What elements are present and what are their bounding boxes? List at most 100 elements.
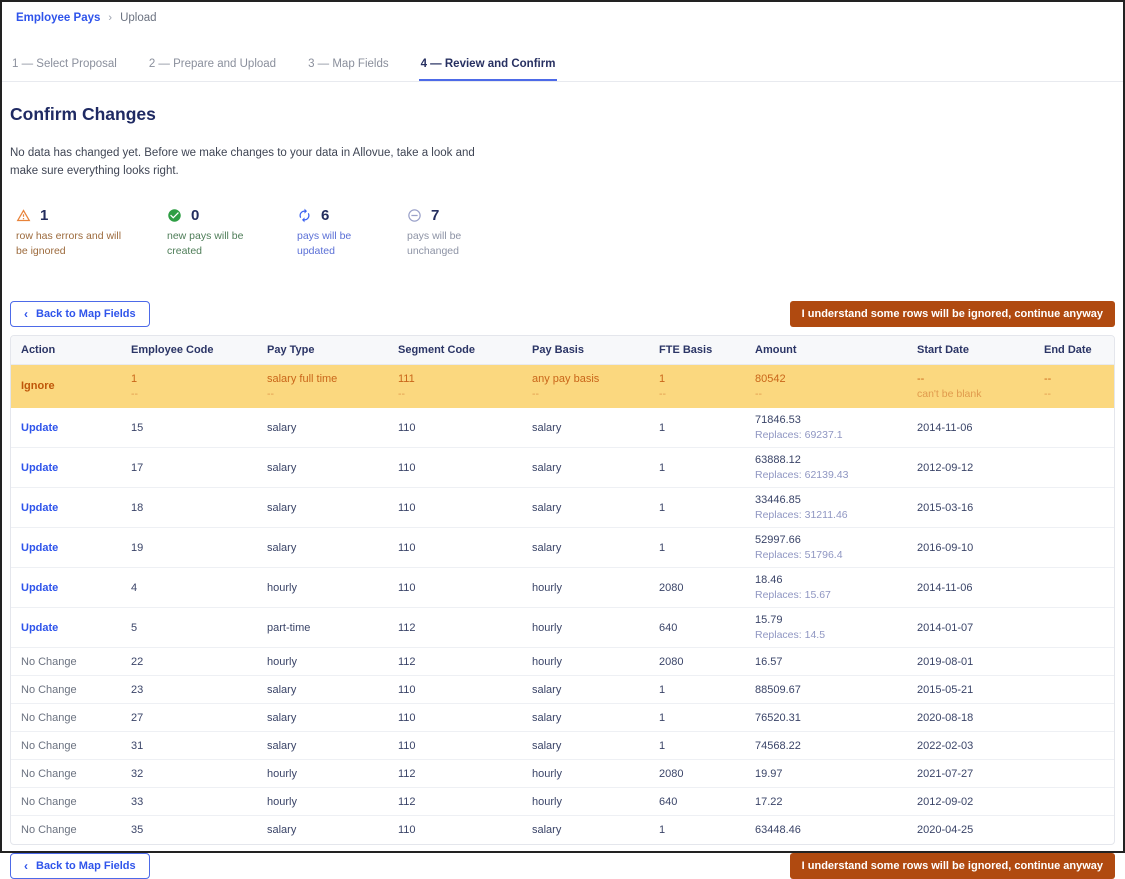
- cell-value: hourly: [532, 582, 643, 594]
- cell-value: 32: [131, 768, 251, 780]
- table-row: No Change33hourly112hourly64017.222012-0…: [11, 788, 1114, 816]
- cell-value: 80542: [755, 373, 901, 385]
- table-row: Update15salary110salary171846.53Replaces…: [11, 408, 1114, 448]
- continue-anyway-button-bottom[interactable]: I understand some rows will be ignored, …: [790, 853, 1115, 879]
- table-row: No Change31salary110salary174568.222022-…: [11, 732, 1114, 760]
- table-row: No Change32hourly112hourly208019.972021-…: [11, 760, 1114, 788]
- back-to-map-fields-button-bottom[interactable]: ‹ Back to Map Fields: [10, 853, 150, 879]
- tab-select-proposal[interactable]: 1 — Select Proposal: [10, 52, 119, 81]
- cell-value: hourly: [532, 656, 643, 668]
- cell-value: 22: [131, 656, 251, 668]
- cell-value: 2016-09-10: [917, 542, 1028, 554]
- action-update-link[interactable]: Update: [21, 542, 58, 554]
- cell-value: hourly: [267, 768, 382, 780]
- stat-new-created: 0 new pays will be created: [167, 207, 297, 259]
- cell-value: 2080: [659, 656, 739, 668]
- cell-value: 110: [398, 740, 516, 752]
- cell-value: 15: [131, 422, 251, 434]
- cell-value: 74568.22: [755, 740, 901, 752]
- cell-note: Replaces: 51796.4: [755, 549, 901, 561]
- cell-value: 110: [398, 422, 516, 434]
- continue-anyway-button[interactable]: I understand some rows will be ignored, …: [790, 301, 1115, 327]
- back-button-label: Back to Map Fields: [36, 860, 136, 872]
- cell-value: salary full time: [267, 373, 382, 385]
- cell-value: 33: [131, 796, 251, 808]
- column-header: End Date: [1034, 336, 1114, 365]
- cell-note: --: [131, 388, 251, 400]
- tab-prepare-and-upload[interactable]: 2 — Prepare and Upload: [147, 52, 278, 81]
- cell-value: salary: [267, 502, 382, 514]
- action-update-link[interactable]: Update: [21, 582, 58, 594]
- action-label: No Change: [21, 796, 77, 808]
- cell-value: any pay basis: [532, 373, 643, 385]
- table-row: Update4hourly110hourly208018.46Replaces:…: [11, 568, 1114, 608]
- stat-unchanged: 7 pays will be unchanged: [407, 207, 537, 259]
- cell-value: 1: [659, 824, 739, 836]
- action-label: No Change: [21, 684, 77, 696]
- cell-value: salary: [267, 462, 382, 474]
- cell-value: 16.57: [755, 656, 901, 668]
- cell-value: 2020-04-25: [917, 824, 1028, 836]
- cell-value: 17: [131, 462, 251, 474]
- table-row: Ignore1--salary full time--111--any pay …: [11, 365, 1114, 408]
- page-title: Confirm Changes: [10, 104, 1123, 125]
- cell-note: Replaces: 15.67: [755, 589, 901, 601]
- tab-map-fields[interactable]: 3 — Map Fields: [306, 52, 391, 81]
- action-label: No Change: [21, 768, 77, 780]
- cell-note: --: [1044, 388, 1108, 400]
- column-header: Segment Code: [388, 336, 522, 365]
- cell-value: 2014-11-06: [917, 582, 1028, 594]
- cell-value: 2021-07-27: [917, 768, 1028, 780]
- cell-value: 1: [659, 684, 739, 696]
- cell-value: 2080: [659, 582, 739, 594]
- column-header: Action: [11, 336, 121, 365]
- stat-label: row has errors and will be ignored: [16, 229, 134, 259]
- table-row: No Change22hourly112hourly208016.572019-…: [11, 648, 1114, 676]
- column-header: Pay Basis: [522, 336, 649, 365]
- cell-value: part-time: [267, 622, 382, 634]
- table-row: Update18salary110salary133446.85Replaces…: [11, 488, 1114, 528]
- cell-value: 1: [659, 462, 739, 474]
- cell-value: 2015-03-16: [917, 502, 1028, 514]
- cell-value: 1: [659, 422, 739, 434]
- cell-value: 15.79: [755, 614, 901, 626]
- column-header: Amount: [745, 336, 907, 365]
- cell-value: 1: [659, 373, 739, 385]
- cell-value: 19: [131, 542, 251, 554]
- cell-value: salary: [532, 502, 643, 514]
- cell-value: salary: [532, 684, 643, 696]
- cell-value: 640: [659, 622, 739, 634]
- cell-value: 2019-08-01: [917, 656, 1028, 668]
- breadcrumb-employee-pays-link[interactable]: Employee Pays: [16, 12, 100, 24]
- cell-value: --: [917, 373, 1028, 385]
- cell-value: 23: [131, 684, 251, 696]
- action-update-link[interactable]: Update: [21, 462, 58, 474]
- stat-label: pays will be unchanged: [407, 229, 471, 259]
- cell-value: 19.97: [755, 768, 901, 780]
- cell-value: 5: [131, 622, 251, 634]
- page-description: No data has changed yet. Before we make …: [10, 145, 488, 181]
- stat-count: 0: [191, 207, 199, 224]
- action-label: No Change: [21, 824, 77, 836]
- stat-label: pays will be updated: [297, 229, 357, 259]
- table-row: No Change23salary110salary188509.672015-…: [11, 676, 1114, 704]
- cell-note: Replaces: 31211.46: [755, 509, 901, 521]
- cell-value: 1: [659, 740, 739, 752]
- table-row: No Change35salary110salary163448.462020-…: [11, 816, 1114, 844]
- cell-value: 35: [131, 824, 251, 836]
- cell-note: --: [532, 388, 643, 400]
- action-update-link[interactable]: Update: [21, 502, 58, 514]
- cell-value: salary: [532, 422, 643, 434]
- back-to-map-fields-button[interactable]: ‹ Back to Map Fields: [10, 301, 150, 327]
- cell-value: 76520.31: [755, 712, 901, 724]
- tab-review-and-confirm[interactable]: 4 — Review and Confirm: [419, 52, 558, 81]
- cell-value: 111: [398, 373, 516, 385]
- column-header: Pay Type: [257, 336, 388, 365]
- cell-note: --: [267, 388, 382, 400]
- action-update-link[interactable]: Update: [21, 422, 58, 434]
- action-update-link[interactable]: Update: [21, 622, 58, 634]
- cell-note: can't be blank: [917, 388, 1028, 400]
- cell-value: salary: [532, 740, 643, 752]
- action-label: No Change: [21, 712, 77, 724]
- warning-icon: [16, 208, 31, 223]
